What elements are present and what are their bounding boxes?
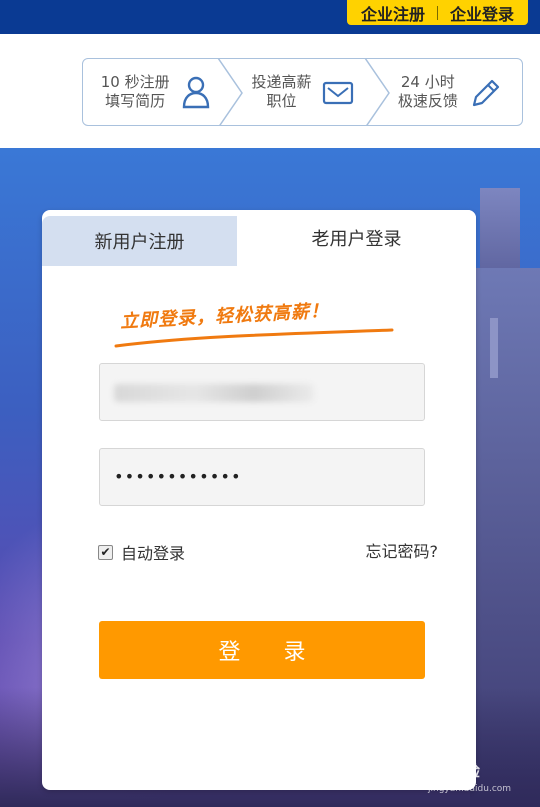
auto-login-option[interactable]: ✔ 自动登录	[98, 540, 185, 564]
blurred-username-value	[114, 384, 314, 402]
tab-new-user-register[interactable]: 新用户注册	[42, 216, 237, 266]
pencil-icon	[472, 79, 499, 107]
step-apply-line2: 职位	[266, 92, 297, 110]
step-feedback-line1: 24 小时	[400, 73, 455, 91]
process-steps-banner: 10 秒注册 填写简历 投递高薪 职位 24 小时 极速反馈	[82, 58, 523, 126]
step-feedback: 24 小时 极速反馈	[376, 59, 522, 125]
step-apply-line1: 投递高薪	[251, 73, 312, 91]
skyscraper-spire	[490, 318, 498, 378]
person-icon	[182, 76, 209, 109]
step-register: 10 秒注册 填写简历	[83, 59, 229, 125]
tab-existing-user-login[interactable]: 老用户登录	[237, 210, 476, 266]
auto-login-label: 自动登录	[121, 544, 186, 563]
enterprise-login-link[interactable]: 企业登录	[450, 1, 514, 25]
watermark: Bai 经验	[418, 762, 480, 780]
password-mask: ••••••••••••	[114, 467, 242, 486]
watermark-url: jingyan.baidu.com	[428, 784, 512, 794]
auto-login-checkbox[interactable]: ✔	[98, 544, 113, 560]
envelope-icon	[322, 81, 353, 105]
auth-tabs: 新用户注册 老用户登录	[42, 210, 476, 266]
step-feedback-line2: 极速反馈	[397, 92, 458, 110]
step-register-line1: 10 秒注册	[100, 73, 170, 91]
login-card: 新用户注册 老用户登录 立即登录，轻松获高薪！ •••••••••••• ✔ 自…	[42, 210, 476, 790]
username-input[interactable]	[99, 363, 425, 421]
step-register-line2: 填写简历	[105, 92, 166, 110]
forgot-password-link[interactable]: 忘记密码?	[366, 538, 439, 562]
top-navigation-bar: 企业注册 企业登录	[0, 0, 540, 34]
enterprise-links: 企业注册 企业登录	[346, 0, 528, 25]
login-button[interactable]: 登 录	[99, 621, 425, 679]
divider	[436, 5, 438, 20]
password-input[interactable]: ••••••••••••	[99, 448, 425, 506]
enterprise-register-link[interactable]: 企业注册	[361, 1, 425, 25]
step-apply: 投递高薪 职位	[229, 59, 375, 125]
slogan-underline-swoosh	[114, 328, 394, 348]
